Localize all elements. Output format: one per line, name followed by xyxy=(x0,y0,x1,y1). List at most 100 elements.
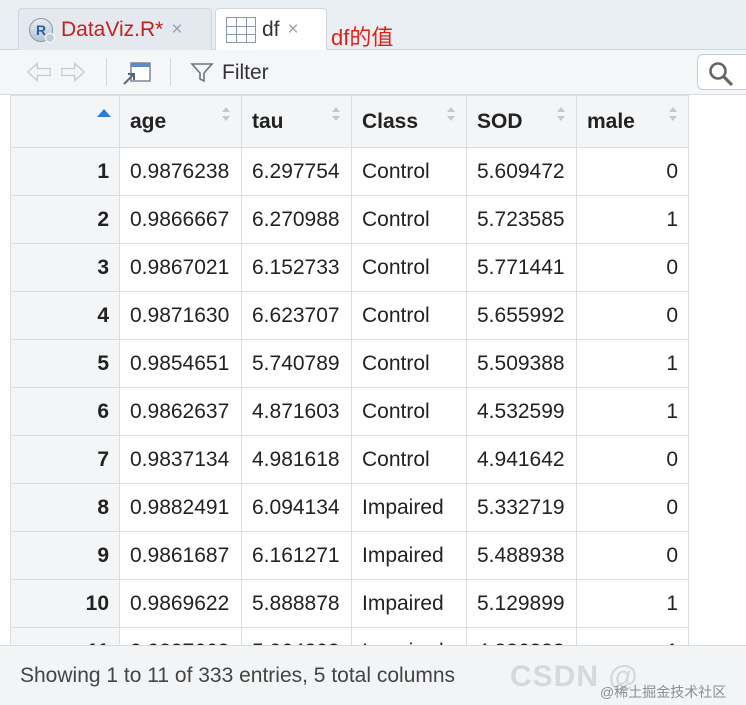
cell-age[interactable]: 0.9854651 xyxy=(119,339,242,388)
data-grid-icon xyxy=(226,16,256,43)
entries-summary: Showing 1 to 11 of 333 entries, 5 total … xyxy=(20,664,456,687)
cell-sod[interactable]: 4.532599 xyxy=(466,387,577,436)
cell-age[interactable]: 0.9882491 xyxy=(119,483,242,532)
cell-male[interactable]: 0 xyxy=(576,243,689,292)
cell-sod[interactable]: 5.509388 xyxy=(466,339,577,388)
row-number: 10 xyxy=(10,579,120,628)
table-row[interactable]: 1 0.9876238 6.297754 Control 5.609472 0 xyxy=(10,147,689,196)
cell-male[interactable]: 0 xyxy=(576,291,689,340)
cell-class[interactable]: Impaired xyxy=(351,531,467,580)
cell-male[interactable]: 1 xyxy=(576,627,689,645)
sort-ascending-icon[interactable] xyxy=(97,109,111,117)
search-input[interactable] xyxy=(697,54,746,90)
cell-tau[interactable]: 6.297754 xyxy=(241,147,352,196)
column-header-age[interactable]: age xyxy=(119,95,242,148)
table-row[interactable]: 11 0.9837663 5.064203 Impaired 4.836282 … xyxy=(10,627,689,645)
cell-sod[interactable]: 5.609472 xyxy=(466,147,577,196)
row-number-header[interactable] xyxy=(10,95,120,148)
column-header-class[interactable]: Class xyxy=(351,95,467,148)
toolbar-separator xyxy=(106,58,107,86)
cell-tau[interactable]: 6.152733 xyxy=(241,243,352,292)
column-header-male[interactable]: male xyxy=(576,95,689,148)
annotation-text: df的值 xyxy=(331,25,394,50)
cell-class[interactable]: Impaired xyxy=(351,627,467,645)
cell-sod[interactable]: 5.723585 xyxy=(466,195,577,244)
table-row[interactable]: 5 0.9854651 5.740789 Control 5.509388 1 xyxy=(10,339,689,388)
table-row[interactable]: 8 0.9882491 6.094134 Impaired 5.332719 0 xyxy=(10,483,689,532)
cell-class[interactable]: Impaired xyxy=(351,483,467,532)
cell-sod[interactable]: 4.941642 xyxy=(466,435,577,484)
close-icon[interactable]: × xyxy=(171,19,182,41)
cell-tau[interactable]: 6.094134 xyxy=(241,483,352,532)
table-row[interactable]: 2 0.9866667 6.270988 Control 5.723585 1 xyxy=(10,195,689,244)
cell-sod[interactable]: 5.655992 xyxy=(466,291,577,340)
juejin-watermark: @稀土掘金技术社区 xyxy=(600,684,727,700)
cell-tau[interactable]: 5.888878 xyxy=(241,579,352,628)
tab-dataviz-r[interactable]: R DataViz.R* × xyxy=(18,8,212,50)
filter-button[interactable]: Filter xyxy=(190,59,269,87)
cell-age[interactable]: 0.9871630 xyxy=(119,291,242,340)
cell-class[interactable]: Control xyxy=(351,291,467,340)
sort-icon[interactable] xyxy=(221,104,231,124)
cell-age[interactable]: 0.9867021 xyxy=(119,243,242,292)
tab-df[interactable]: df × xyxy=(215,8,327,51)
cell-age[interactable]: 0.9837663 xyxy=(119,627,242,645)
sort-icon[interactable] xyxy=(446,104,456,124)
cell-class[interactable]: Impaired xyxy=(351,579,467,628)
column-header-sod[interactable]: SOD xyxy=(466,95,577,148)
close-icon[interactable]: × xyxy=(288,19,299,41)
cell-age[interactable]: 0.9866667 xyxy=(119,195,242,244)
cell-tau[interactable]: 4.871603 xyxy=(241,387,352,436)
cell-class[interactable]: Control xyxy=(351,195,467,244)
table-row[interactable]: 4 0.9871630 6.623707 Control 5.655992 0 xyxy=(10,291,689,340)
cell-tau[interactable]: 6.161271 xyxy=(241,531,352,580)
cell-male[interactable]: 1 xyxy=(576,387,689,436)
cell-male[interactable]: 0 xyxy=(576,531,689,580)
forward-arrow-icon[interactable] xyxy=(60,60,86,84)
cell-class[interactable]: Control xyxy=(351,147,467,196)
cell-age[interactable]: 0.9869622 xyxy=(119,579,242,628)
table-row[interactable]: 6 0.9862637 4.871603 Control 4.532599 1 xyxy=(10,387,689,436)
cell-class[interactable]: Control xyxy=(351,339,467,388)
cell-male[interactable]: 1 xyxy=(576,195,689,244)
cell-sod[interactable]: 4.836282 xyxy=(466,627,577,645)
cell-tau[interactable]: 6.270988 xyxy=(241,195,352,244)
table-row[interactable]: 9 0.9861687 6.161271 Impaired 5.488938 0 xyxy=(10,531,689,580)
cell-sod[interactable]: 5.771441 xyxy=(466,243,577,292)
cell-sod[interactable]: 5.332719 xyxy=(466,483,577,532)
cell-tau[interactable]: 6.623707 xyxy=(241,291,352,340)
cell-tau[interactable]: 4.981618 xyxy=(241,435,352,484)
sort-icon[interactable] xyxy=(556,104,566,124)
table-row[interactable]: 7 0.9837134 4.981618 Control 4.941642 0 xyxy=(10,435,689,484)
popout-window-icon[interactable] xyxy=(122,60,152,86)
status-bar: Showing 1 to 11 of 333 entries, 5 total … xyxy=(0,645,746,705)
cell-class[interactable]: Control xyxy=(351,243,467,292)
column-label: SOD xyxy=(477,109,523,133)
cell-age[interactable]: 0.9862637 xyxy=(119,387,242,436)
filter-icon xyxy=(190,63,214,83)
header-row: age tau Class SOD male xyxy=(10,95,689,148)
tab-label: DataViz.R* xyxy=(61,17,164,41)
back-arrow-icon[interactable] xyxy=(26,60,52,84)
cell-age[interactable]: 0.9876238 xyxy=(119,147,242,196)
cell-tau[interactable]: 5.740789 xyxy=(241,339,352,388)
viewer-toolbar: Filter xyxy=(0,50,746,95)
table-row[interactable]: 10 0.9869622 5.888878 Impaired 5.129899 … xyxy=(10,579,689,628)
cell-male[interactable]: 0 xyxy=(576,147,689,196)
table-row[interactable]: 3 0.9867021 6.152733 Control 5.771441 0 xyxy=(10,243,689,292)
cell-age[interactable]: 0.9861687 xyxy=(119,531,242,580)
cell-sod[interactable]: 5.488938 xyxy=(466,531,577,580)
cell-male[interactable]: 1 xyxy=(576,339,689,388)
cell-male[interactable]: 0 xyxy=(576,435,689,484)
row-number: 3 xyxy=(10,243,120,292)
cell-age[interactable]: 0.9837134 xyxy=(119,435,242,484)
cell-tau[interactable]: 5.064203 xyxy=(241,627,352,645)
cell-sod[interactable]: 5.129899 xyxy=(466,579,577,628)
cell-male[interactable]: 1 xyxy=(576,579,689,628)
cell-class[interactable]: Control xyxy=(351,435,467,484)
cell-class[interactable]: Control xyxy=(351,387,467,436)
column-header-tau[interactable]: tau xyxy=(241,95,352,148)
sort-icon[interactable] xyxy=(331,104,341,124)
sort-icon[interactable] xyxy=(668,104,678,124)
cell-male[interactable]: 0 xyxy=(576,483,689,532)
